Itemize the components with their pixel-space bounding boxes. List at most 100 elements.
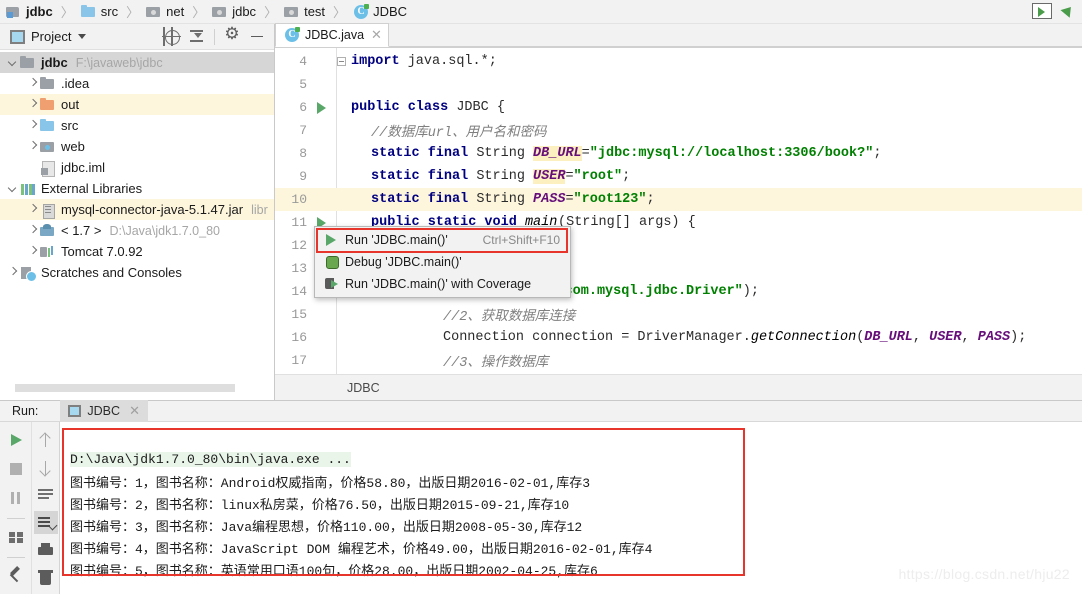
line-number: 15 xyxy=(291,307,307,322)
chevron-right-icon[interactable] xyxy=(6,262,20,283)
scroll-up-icon[interactable] xyxy=(34,428,58,451)
chevron-right-icon[interactable] xyxy=(26,199,40,220)
folder-blue-icon xyxy=(40,118,56,134)
menu-item-debug[interactable]: Debug 'JDBC.main()' xyxy=(315,251,570,273)
layout-icon[interactable] xyxy=(4,525,28,549)
pause-icon[interactable] xyxy=(4,486,28,510)
scroll-to-end-icon[interactable] xyxy=(33,511,58,534)
run-tab-bar: Run: JDBC ✕ xyxy=(0,400,1082,422)
scrollbar-thumb[interactable] xyxy=(15,384,235,392)
locate-target-icon[interactable] xyxy=(161,26,183,48)
console-line: D:\Java\jdk1.7.0_80\bin\java.exe ... xyxy=(60,448,1082,470)
tree-item-jdbc[interactable]: jdbc F:\javaweb\jdbc xyxy=(0,52,274,73)
tree-item-path: D:\Java\jdk1.7.0_80 xyxy=(109,223,220,238)
code-token: import xyxy=(351,54,400,69)
fold-marker-icon[interactable] xyxy=(337,57,346,66)
scroll-down-icon[interactable] xyxy=(34,456,58,479)
folder-orange-icon xyxy=(40,97,56,113)
breadcrumb-label: net xyxy=(166,4,185,19)
package-icon xyxy=(212,4,228,20)
watermark-text: https://blog.csdn.net/hju22 xyxy=(898,566,1070,582)
chevron-right-icon[interactable] xyxy=(26,241,40,262)
chevron-down-icon[interactable] xyxy=(6,52,20,73)
breadcrumb-item-class[interactable]: JDBC xyxy=(351,0,409,24)
menu-item-label: Debug 'JDBC.main()' xyxy=(345,255,462,269)
iml-file-icon xyxy=(40,160,56,177)
run-gutter-icon[interactable] xyxy=(317,102,326,114)
java-class-icon xyxy=(353,3,370,20)
toolbar-divider xyxy=(6,557,25,558)
run-arrow-icon[interactable] xyxy=(1060,3,1076,19)
collapse-all-icon[interactable] xyxy=(186,26,208,48)
tree-item-jdk[interactable]: < 1.7 > D:\Java\jdk1.7.0_80 xyxy=(0,220,274,241)
run-tool-window: Run: JDBC ✕ D:\Java\jdk1.7.0_80\bin\java… xyxy=(0,400,1082,594)
tree-item-label: jdbc xyxy=(41,55,68,70)
breadcrumb-label: jdbc xyxy=(232,4,257,19)
tree-item-label: mysql-connector-java-5.1.47.jar xyxy=(61,202,244,217)
footer-breadcrumb-label[interactable]: JDBC xyxy=(347,381,380,395)
tree-item-src[interactable]: src xyxy=(0,115,274,136)
gear-icon[interactable] xyxy=(221,24,243,48)
code-line: 6 public class public class JDBC {JDBC { xyxy=(275,96,1082,119)
chevron-down-icon[interactable] xyxy=(6,178,20,199)
chevron-right-icon[interactable] xyxy=(26,220,40,241)
run-tab-jdbc[interactable]: JDBC ✕ xyxy=(60,400,148,422)
run-config-icon xyxy=(68,405,82,417)
tomcat-icon xyxy=(40,244,56,260)
breadcrumb-item-net[interactable]: net xyxy=(144,0,186,24)
breadcrumb-item-test[interactable]: test xyxy=(282,0,327,24)
code-line: 7 //数据库url、用户名和密码 xyxy=(275,119,1082,142)
tree-item-label: Scratches and Consoles xyxy=(41,265,182,280)
code-token: java.sql.*; xyxy=(399,54,497,69)
stop-icon[interactable] xyxy=(4,457,28,481)
pin-icon[interactable] xyxy=(4,564,28,588)
menu-item-run-with-coverage[interactable]: Run 'JDBC.main()' with Coverage xyxy=(315,273,570,295)
console-text: 图书编号：3，图书名称：Java编程思想，价格110.00，出版日期2008-0… xyxy=(70,519,583,535)
close-icon[interactable]: ✕ xyxy=(129,403,140,419)
breadcrumb-label: jdbc xyxy=(26,4,53,19)
breadcrumb-item-src[interactable]: src xyxy=(79,0,120,24)
web-folder-icon xyxy=(40,139,56,155)
breadcrumb-separator: 〉 xyxy=(264,5,278,20)
code-field: PASS xyxy=(533,192,566,207)
project-horizontal-scrollbar[interactable] xyxy=(0,382,275,392)
chevron-right-icon[interactable] xyxy=(26,136,40,157)
project-panel-header: Project xyxy=(0,24,274,50)
code-line: 9 static final String USER="root"; xyxy=(275,165,1082,188)
tree-item-scratches[interactable]: Scratches and Consoles xyxy=(0,262,274,283)
close-icon[interactable]: ✕ xyxy=(371,27,382,43)
tree-item-mysql-connector[interactable]: mysql-connector-java-5.1.47.jar libr xyxy=(0,199,274,220)
libraries-icon xyxy=(20,181,36,197)
trash-icon[interactable] xyxy=(34,566,58,589)
rerun-play-icon[interactable] xyxy=(4,428,28,452)
tab-jdbc-java[interactable]: JDBC.java ✕ xyxy=(275,23,389,47)
tree-item-label: src xyxy=(61,118,79,133)
chevron-right-icon[interactable] xyxy=(26,115,40,136)
breadcrumb-item-jdbc-pkg[interactable]: jdbc xyxy=(210,0,258,24)
tree-item-web[interactable]: web xyxy=(0,136,274,157)
menu-item-run[interactable]: Run 'JDBC.main()' Ctrl+Shift+F10 xyxy=(315,229,570,251)
breadcrumb-separator: 〉 xyxy=(333,5,347,20)
toolbar-divider xyxy=(214,28,215,45)
minimize-icon[interactable] xyxy=(246,26,268,48)
code-editor[interactable]: 4 import java.sql.*; 5 6 public class pu… xyxy=(275,48,1082,374)
tree-item-jdbc-iml[interactable]: jdbc.iml xyxy=(0,157,274,178)
breadcrumb-item-jdbc[interactable]: jdbc xyxy=(4,0,55,24)
print-icon[interactable] xyxy=(34,539,58,562)
line-number: 4 xyxy=(299,54,307,69)
package-icon xyxy=(284,4,300,20)
tree-item-tomcat[interactable]: Tomcat 7.0.92 xyxy=(0,241,274,262)
tree-item-out[interactable]: out xyxy=(0,94,274,115)
project-panel-title: Project xyxy=(31,29,72,44)
chevron-right-icon[interactable] xyxy=(26,94,40,115)
tree-item-path: F:\javaweb\jdbc xyxy=(75,55,163,70)
chevron-down-icon[interactable] xyxy=(78,34,87,39)
breadcrumb: jdbc 〉 src 〉 net 〉 jdbc 〉 test 〉 JDBC xyxy=(0,0,1082,24)
chevron-right-icon[interactable] xyxy=(26,73,40,94)
line-number: 6 xyxy=(299,100,307,115)
tree-item-detail: libr xyxy=(251,202,268,217)
tree-item-external-libraries[interactable]: External Libraries xyxy=(0,178,274,199)
soft-wrap-icon[interactable] xyxy=(34,483,58,506)
preview-layout-icon[interactable] xyxy=(1032,3,1052,19)
tree-item-idea[interactable]: .idea xyxy=(0,73,274,94)
